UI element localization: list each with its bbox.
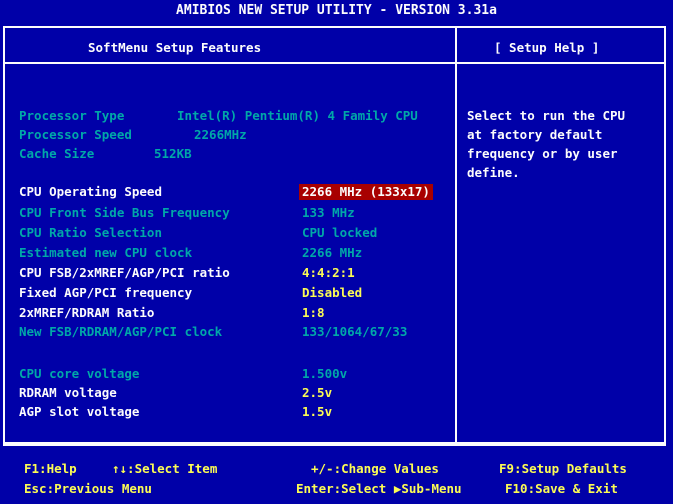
setting-new-clock-value: 133/1064/67/33 <box>302 324 408 339</box>
setting-cpu-fsb-frequency-label: CPU Front Side Bus Frequency <box>19 205 230 220</box>
setting-cpu-operating-speed-value[interactable]: 2266 MHz (133x17) <box>299 184 433 200</box>
info-processor-type-label: Processor Type <box>19 108 125 123</box>
info-cache-size-label: Cache Size <box>19 146 95 161</box>
help-title: [ Setup Help ] <box>494 40 600 55</box>
info-processor-speed-value: 2266MHz <box>194 127 247 142</box>
footer-enter-key: Enter:Select ▶Sub-Menu <box>296 481 462 496</box>
setting-cpu-core-voltage-value: 1.500v <box>302 366 348 381</box>
setting-rdram-voltage-label[interactable]: RDRAM voltage <box>19 385 117 401</box>
footer-top-border <box>3 444 666 446</box>
setting-fsb-ratio-value[interactable]: 4:4:2:1 <box>302 265 355 281</box>
setting-cpu-ratio-label: CPU Ratio Selection <box>19 225 162 240</box>
panel-title: SoftMenu Setup Features <box>88 40 262 55</box>
panel-divider <box>455 26 457 444</box>
setting-agp-slot-voltage-label[interactable]: AGP slot voltage <box>19 404 139 420</box>
setting-cpu-fsb-frequency-value: 133 MHz <box>302 205 355 220</box>
footer-change-key: +/-:Change Values <box>311 461 439 476</box>
setting-estimated-cpu-clock-value: 2266 MHz <box>302 245 363 260</box>
info-processor-type-value: Intel(R) Pentium(R) 4 Family CPU <box>177 108 418 123</box>
help-text: Select to run the CPU at factory default… <box>467 108 626 180</box>
footer-help-key: F1:Help <box>24 461 77 476</box>
setting-fsb-ratio-label[interactable]: CPU FSB/2xMREF/AGP/PCI ratio <box>19 265 230 281</box>
header-divider <box>3 62 666 64</box>
footer-save-key: F10:Save & Exit <box>505 481 618 496</box>
info-processor-speed-label: Processor Speed <box>19 127 132 142</box>
setting-fixed-agp-pci-value[interactable]: Disabled <box>302 285 362 301</box>
footer-select-key: ↑↓:Select Item <box>112 461 218 476</box>
setting-rdram-voltage-value[interactable]: 2.5v <box>302 385 332 401</box>
footer-defaults-key: F9:Setup Defaults <box>499 461 627 476</box>
app-title: AMIBIOS NEW SETUP UTILITY - VERSION 3.31… <box>0 0 673 22</box>
info-cache-size-value: 512KB <box>154 146 192 161</box>
setting-cpu-operating-speed-label[interactable]: CPU Operating Speed <box>19 184 162 200</box>
setting-cpu-core-voltage-label: CPU core voltage <box>19 366 140 381</box>
footer-esc-key: Esc:Previous Menu <box>24 481 152 496</box>
setting-agp-slot-voltage-value[interactable]: 1.5v <box>302 404 332 420</box>
setting-cpu-ratio-value: CPU locked <box>302 225 378 240</box>
setting-mref-rdram-ratio-label[interactable]: 2xMREF/RDRAM Ratio <box>19 305 154 321</box>
setting-mref-rdram-ratio-value[interactable]: 1:8 <box>302 305 325 321</box>
setting-estimated-cpu-clock-label: Estimated new CPU clock <box>19 245 193 260</box>
setting-fixed-agp-pci-label[interactable]: Fixed AGP/PCI frequency <box>19 285 192 301</box>
setting-new-clock-label: New FSB/RDRAM/AGP/PCI clock <box>19 324 223 339</box>
